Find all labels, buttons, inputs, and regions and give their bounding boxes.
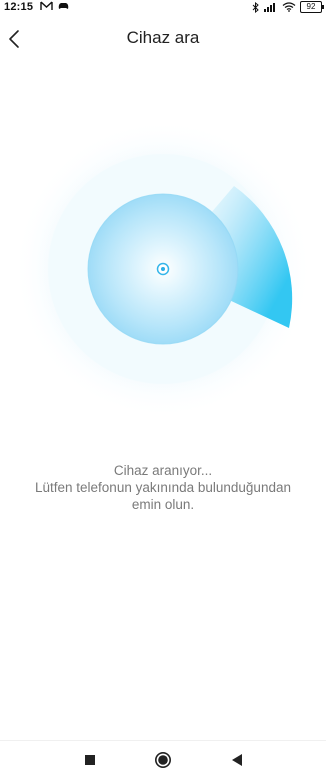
- signal-icon: [264, 3, 275, 12]
- instruction-text-line2: emin olun.: [131, 497, 195, 512]
- gmail-icon: [40, 1, 53, 10]
- battery-indicator: 92: [300, 1, 324, 13]
- searching-message: Cihaz aranıyor... Lütfen telefonun yakın…: [0, 462, 326, 513]
- back-triangle-icon[interactable]: [228, 751, 246, 769]
- bluetooth-icon: [252, 1, 259, 13]
- status-left-icons: [40, 1, 70, 11]
- instruction-text-line1: Lütfen telefonun yakınında bulunduğundan: [35, 480, 291, 495]
- status-time: 12:15: [4, 1, 34, 13]
- searching-status-text: Cihaz aranıyor...: [113, 463, 213, 478]
- game-icon: [58, 3, 69, 9]
- home-circle-icon[interactable]: [154, 751, 172, 769]
- recents-square-icon[interactable]: [81, 751, 99, 769]
- status-bar: 12:15 92: [0, 0, 326, 16]
- header: Cihaz ara: [0, 22, 326, 56]
- page-title: Cihaz ara: [126, 28, 200, 47]
- radar-center-core: [161, 267, 165, 271]
- wifi-icon: [282, 2, 296, 12]
- system-navigation-bar: [0, 740, 326, 774]
- radar-scan-animation: [13, 119, 313, 419]
- status-right-icons: 92: [252, 1, 324, 13]
